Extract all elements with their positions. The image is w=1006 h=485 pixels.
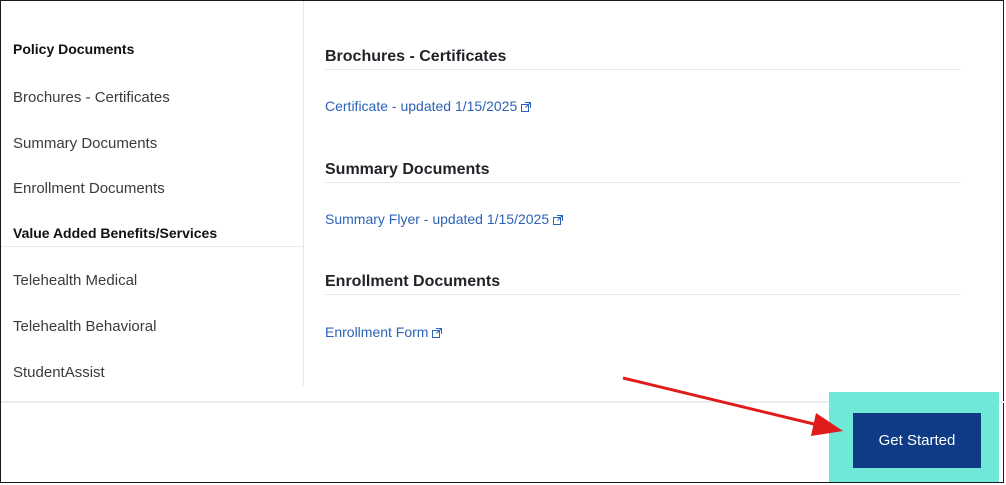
sidebar-item-telehealth-behavioral[interactable]: Telehealth Behavioral — [13, 318, 156, 335]
section-divider — [325, 182, 961, 183]
external-link-icon — [432, 328, 443, 339]
sidebar-item-enrollment-documents[interactable]: Enrollment Documents — [13, 180, 165, 197]
external-link-icon — [521, 102, 532, 113]
section-divider — [325, 294, 961, 295]
section-title-brochures: Brochures - Certificates — [325, 48, 507, 65]
sidebar-item-telehealth-medical[interactable]: Telehealth Medical — [13, 272, 137, 289]
sidebar-header-value-added: Value Added Benefits/Services — [13, 225, 218, 241]
sidebar: Policy Documents Brochures - Certificate… — [1, 1, 304, 386]
sidebar-header-policy-documents: Policy Documents — [13, 41, 135, 57]
summary-flyer-link-text: Summary Flyer - updated 1/15/2025 — [325, 211, 550, 227]
sidebar-divider — [1, 246, 303, 247]
section-title-summary: Summary Documents — [325, 161, 490, 178]
enrollment-form-link[interactable]: Enrollment Form — [325, 324, 443, 340]
sidebar-item-summary-documents[interactable]: Summary Documents — [13, 135, 157, 152]
section-title-enrollment: Enrollment Documents — [325, 273, 501, 290]
sidebar-item-studentassist[interactable]: StudentAssist — [13, 364, 105, 381]
certificate-link-text: Certificate - updated 1/15/2025 — [325, 98, 518, 114]
sidebar-item-brochures-certificates[interactable]: Brochures - Certificates — [13, 89, 170, 106]
get-started-button[interactable]: Get Started — [853, 413, 981, 468]
section-divider — [325, 69, 961, 70]
certificate-link[interactable]: Certificate - updated 1/15/2025 — [325, 98, 532, 114]
enrollment-form-link-text: Enrollment Form — [325, 324, 429, 340]
summary-flyer-link[interactable]: Summary Flyer - updated 1/15/2025 — [325, 211, 564, 227]
external-link-icon — [553, 215, 564, 226]
